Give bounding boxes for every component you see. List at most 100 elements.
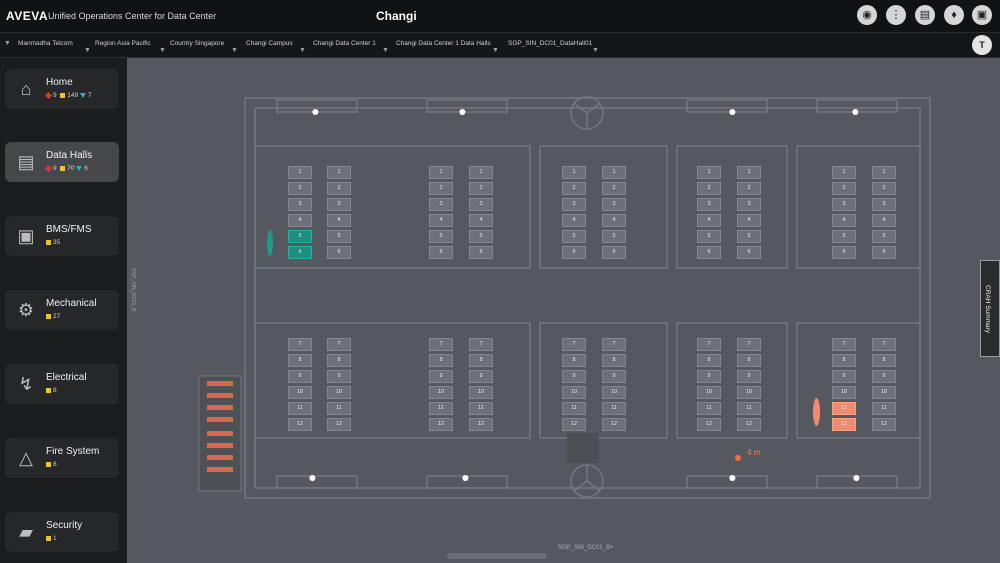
sidebar-item-data-halls[interactable]: ▤ Data Halls 9 70 6 bbox=[5, 142, 119, 182]
rack[interactable]: 3 bbox=[737, 198, 761, 211]
rack[interactable]: 11 bbox=[832, 402, 856, 415]
rack[interactable]: 8 bbox=[832, 354, 856, 367]
rack[interactable]: 3 bbox=[872, 198, 896, 211]
rack[interactable]: 8 bbox=[327, 354, 351, 367]
rack[interactable]: 1 bbox=[697, 166, 721, 179]
rack[interactable]: 3 bbox=[562, 198, 586, 211]
water-leak-icon[interactable]: ● bbox=[850, 104, 861, 119]
breadcrumb-item[interactable]: Manmadha Telcom ▼ bbox=[12, 33, 91, 57]
rack[interactable]: 10 bbox=[872, 386, 896, 399]
rack[interactable]: 12 bbox=[832, 418, 856, 431]
rack[interactable]: 4 bbox=[602, 214, 626, 227]
rack[interactable]: 10 bbox=[602, 386, 626, 399]
rack[interactable]: 2 bbox=[562, 182, 586, 195]
breadcrumb-item[interactable]: Country Singapore ▼ bbox=[164, 33, 238, 57]
rack[interactable]: 4 bbox=[872, 214, 896, 227]
rack[interactable]: 2 bbox=[697, 182, 721, 195]
rack[interactable]: 6 bbox=[429, 246, 453, 259]
rack[interactable]: 3 bbox=[429, 198, 453, 211]
rack[interactable]: 11 bbox=[429, 402, 453, 415]
rack[interactable]: 4 bbox=[562, 214, 586, 227]
rack[interactable]: 9 bbox=[602, 370, 626, 383]
rack[interactable]: 11 bbox=[602, 402, 626, 415]
rack[interactable]: 5 bbox=[872, 230, 896, 243]
rack[interactable]: 10 bbox=[697, 386, 721, 399]
sidebar-item-bms-fms[interactable]: ▣ BMS/FMS 35 bbox=[5, 216, 119, 256]
rack[interactable]: 4 bbox=[697, 214, 721, 227]
rack[interactable]: 1 bbox=[469, 166, 493, 179]
rack[interactable]: 3 bbox=[832, 198, 856, 211]
rack[interactable]: 10 bbox=[288, 386, 312, 399]
rack[interactable]: 11 bbox=[562, 402, 586, 415]
rack[interactable]: 9 bbox=[327, 370, 351, 383]
rack[interactable]: 1 bbox=[602, 166, 626, 179]
rack[interactable]: 2 bbox=[429, 182, 453, 195]
sidebar-item-mechanical[interactable]: ⚙ Mechanical 27 bbox=[5, 290, 119, 330]
sidebar-item-fire-system[interactable]: △ Fire System 8 bbox=[5, 438, 119, 478]
rack[interactable]: 7 bbox=[469, 338, 493, 351]
rack[interactable]: 10 bbox=[562, 386, 586, 399]
rack[interactable]: 2 bbox=[327, 182, 351, 195]
rack[interactable]: 2 bbox=[872, 182, 896, 195]
bell-icon[interactable]: ♦ bbox=[944, 5, 964, 25]
rack[interactable]: 3 bbox=[602, 198, 626, 211]
rack[interactable]: 7 bbox=[327, 338, 351, 351]
rack[interactable]: 5 bbox=[562, 230, 586, 243]
network-icon[interactable]: ⋮ bbox=[886, 5, 906, 25]
rack[interactable]: 7 bbox=[602, 338, 626, 351]
rack[interactable]: 9 bbox=[737, 370, 761, 383]
breadcrumb-item[interactable]: SGP_SIN_DC01_DataHall01 ▼ bbox=[502, 33, 599, 57]
rack[interactable]: 12 bbox=[288, 418, 312, 431]
floorplan-canvas[interactable]: ● ● ● ● ● ● ● ● 123456123456123456123456… bbox=[127, 58, 1000, 563]
rack[interactable]: 8 bbox=[872, 354, 896, 367]
rack[interactable]: 12 bbox=[602, 418, 626, 431]
rack[interactable]: 4 bbox=[327, 214, 351, 227]
rack[interactable]: 5 bbox=[697, 230, 721, 243]
rack[interactable]: 3 bbox=[327, 198, 351, 211]
rack[interactable]: 9 bbox=[872, 370, 896, 383]
rack[interactable]: 2 bbox=[288, 182, 312, 195]
rack[interactable]: 9 bbox=[429, 370, 453, 383]
rack[interactable]: 1 bbox=[288, 166, 312, 179]
rack[interactable]: 4 bbox=[832, 214, 856, 227]
rack[interactable]: 1 bbox=[832, 166, 856, 179]
chevron-down-icon[interactable]: ▼ bbox=[4, 40, 11, 47]
breadcrumb-item[interactable]: Changi Campus ▼ bbox=[240, 33, 306, 57]
rack[interactable]: 8 bbox=[737, 354, 761, 367]
globe-icon[interactable]: ◉ bbox=[857, 5, 877, 25]
rack[interactable]: 11 bbox=[288, 402, 312, 415]
rack[interactable]: 10 bbox=[469, 386, 493, 399]
measure-point[interactable] bbox=[735, 455, 741, 461]
alarm-indicator[interactable] bbox=[813, 398, 820, 426]
sidebar-item-electrical[interactable]: ↯ Electrical 8 bbox=[5, 364, 119, 404]
rack[interactable]: 9 bbox=[697, 370, 721, 383]
rack[interactable]: 8 bbox=[469, 354, 493, 367]
rack[interactable]: 12 bbox=[697, 418, 721, 431]
rack[interactable]: 6 bbox=[327, 246, 351, 259]
rack[interactable]: 12 bbox=[872, 418, 896, 431]
rack[interactable]: 6 bbox=[832, 246, 856, 259]
user-avatar[interactable]: T bbox=[972, 35, 992, 55]
rack[interactable]: 10 bbox=[832, 386, 856, 399]
rack[interactable]: 11 bbox=[697, 402, 721, 415]
rack[interactable]: 5 bbox=[832, 230, 856, 243]
horizontal-scrollbar[interactable] bbox=[447, 553, 547, 559]
water-leak-icon[interactable]: ● bbox=[310, 104, 321, 119]
rack[interactable]: 12 bbox=[429, 418, 453, 431]
rack[interactable]: 3 bbox=[288, 198, 312, 211]
rack[interactable]: 7 bbox=[737, 338, 761, 351]
rack[interactable]: 10 bbox=[327, 386, 351, 399]
rack[interactable]: 4 bbox=[737, 214, 761, 227]
rack[interactable]: 6 bbox=[288, 246, 312, 259]
rack[interactable]: 7 bbox=[872, 338, 896, 351]
rack[interactable]: 6 bbox=[737, 246, 761, 259]
crah-summary-tab[interactable]: CRAH Summary bbox=[980, 260, 1000, 357]
rack[interactable]: 9 bbox=[288, 370, 312, 383]
rack[interactable]: 11 bbox=[872, 402, 896, 415]
bottom-tab[interactable]: SGP_SIN_DC01_B+ bbox=[558, 545, 614, 557]
breadcrumb-item[interactable]: Region Asia Pacific ▼ bbox=[89, 33, 166, 57]
rack[interactable]: 3 bbox=[697, 198, 721, 211]
rack[interactable]: 6 bbox=[602, 246, 626, 259]
rack[interactable]: 7 bbox=[832, 338, 856, 351]
rack[interactable]: 1 bbox=[737, 166, 761, 179]
